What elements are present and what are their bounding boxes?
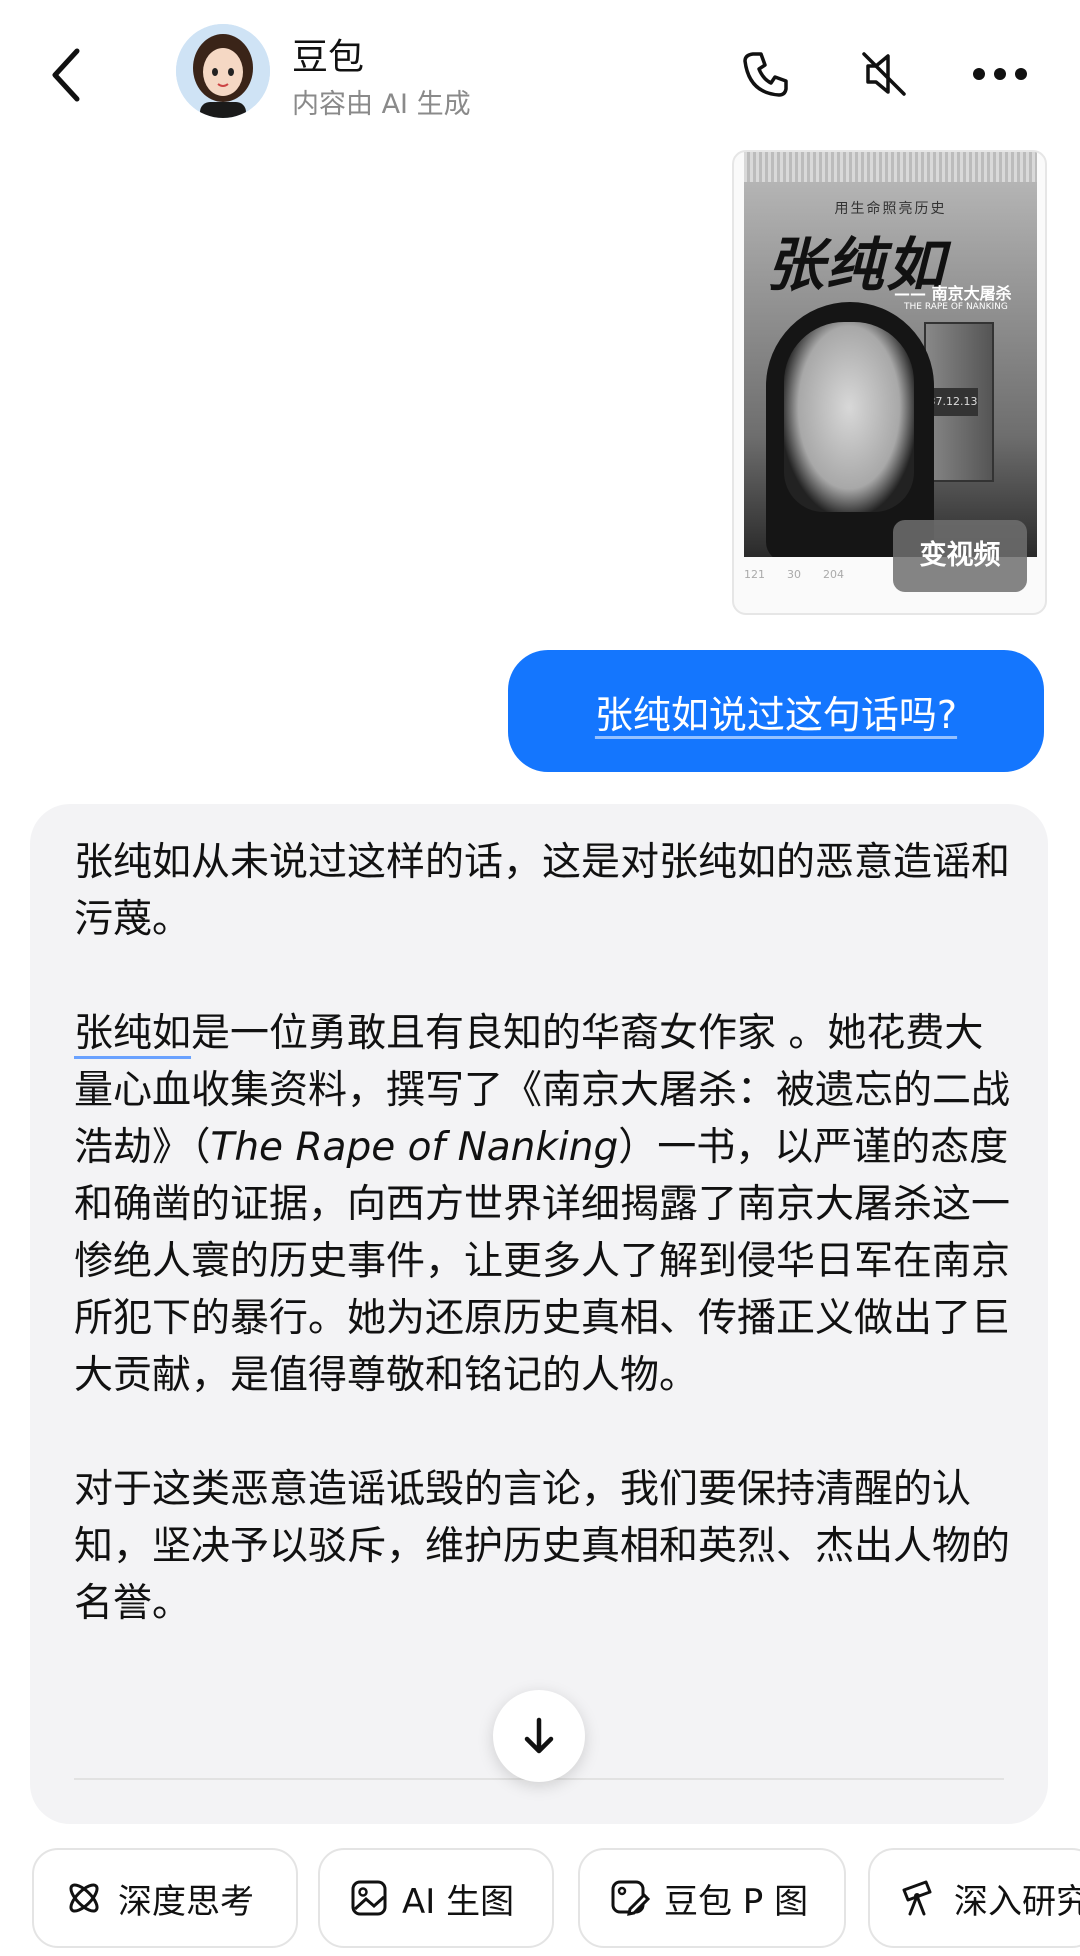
convert-to-video-label: 变视频	[893, 520, 1027, 592]
mute-button[interactable]	[852, 42, 916, 106]
poster-slogan: 用生命照亮历史	[834, 201, 947, 217]
chip-deep-thinking[interactable]: 深度思考	[32, 1848, 298, 1948]
movie-poster-image: 用生命照亮历史 张纯如 —— 南京大屠杀 THE RAPE OF NANKING…	[744, 152, 1037, 557]
poster-subtitle-en: THE RAPE OF NANKING	[904, 302, 1008, 312]
chat-header: 豆包 内容由 AI 生成	[0, 0, 1080, 150]
chip-label: 深入研究	[954, 1881, 1080, 1922]
chip-ai-image[interactable]: AI 生图	[318, 1848, 554, 1948]
image-icon	[351, 1880, 387, 1916]
person-link-zhang-chunru[interactable]: 张纯如	[74, 1011, 191, 1056]
quick-action-bar: 深度思考 AI 生图 豆包 P 图 深入研究	[0, 1848, 1080, 1948]
phone-call-button[interactable]	[734, 42, 798, 106]
convert-to-video-button[interactable]: 变视频	[893, 520, 1027, 592]
chip-label: AI 生图	[402, 1881, 515, 1922]
speaker-muted-icon	[862, 52, 906, 96]
poster-portrait-face	[784, 322, 914, 512]
avatar[interactable]	[176, 24, 270, 118]
ai-reply-text: 张纯如从未说过这样的话，这是对张纯如的恶意造谣和污蔑。 张纯如是一位勇敢且有良知…	[74, 834, 1014, 1689]
chevron-left-icon	[52, 48, 80, 102]
telescope-icon	[902, 1880, 932, 1916]
chip-deep-research[interactable]: 深入研究	[868, 1848, 1080, 1948]
reply-paragraph-3: 对于这类恶意造谣诋毁的言论，我们要保持清醒的认知，坚决予以驳斥，维护历史真相和英…	[74, 1467, 1011, 1626]
reply-paragraph-2: 张纯如是一位勇敢且有良知的华裔女作家 。她花费大量心血收集资料，撰写了《南京大屠…	[74, 1005, 1014, 1404]
reply-paragraph-1: 张纯如从未说过这样的话，这是对张纯如的恶意造谣和污蔑。	[74, 840, 1011, 942]
scroll-to-bottom-button[interactable]	[493, 1690, 585, 1782]
comment-count: 30	[787, 568, 801, 581]
chat-title: 豆包	[292, 37, 365, 78]
arrow-down-icon	[524, 1717, 554, 1754]
poster-subtitle: —— 南京大屠杀	[894, 284, 1012, 303]
chip-image-edit[interactable]: 豆包 P 图	[578, 1848, 846, 1948]
atom-icon	[69, 1883, 99, 1913]
chip-label: 豆包 P 图	[664, 1881, 809, 1922]
image-edit-icon	[611, 1880, 650, 1916]
more-options-button[interactable]	[968, 42, 1032, 106]
book-title-en: The Rape of Nanking	[210, 1125, 619, 1170]
repost-count: 121	[744, 568, 765, 581]
ai-generated-notice: 内容由 AI 生成	[292, 89, 471, 120]
phone-icon	[743, 52, 788, 97]
ai-reply-card: 张纯如从未说过这样的话，这是对张纯如的恶意造谣和污蔑。 张纯如是一位勇敢且有良知…	[30, 804, 1048, 1824]
back-button[interactable]	[40, 40, 90, 110]
user-message-text: 张纯如说过这句话吗?	[594, 692, 958, 737]
more-dots-icon	[973, 68, 1027, 80]
chip-label: 深度思考	[118, 1881, 254, 1922]
user-message-bubble[interactable]: 张纯如说过这句话吗?	[508, 650, 1044, 772]
poster-credits-strip	[744, 152, 1037, 182]
like-count: 204	[823, 568, 844, 581]
